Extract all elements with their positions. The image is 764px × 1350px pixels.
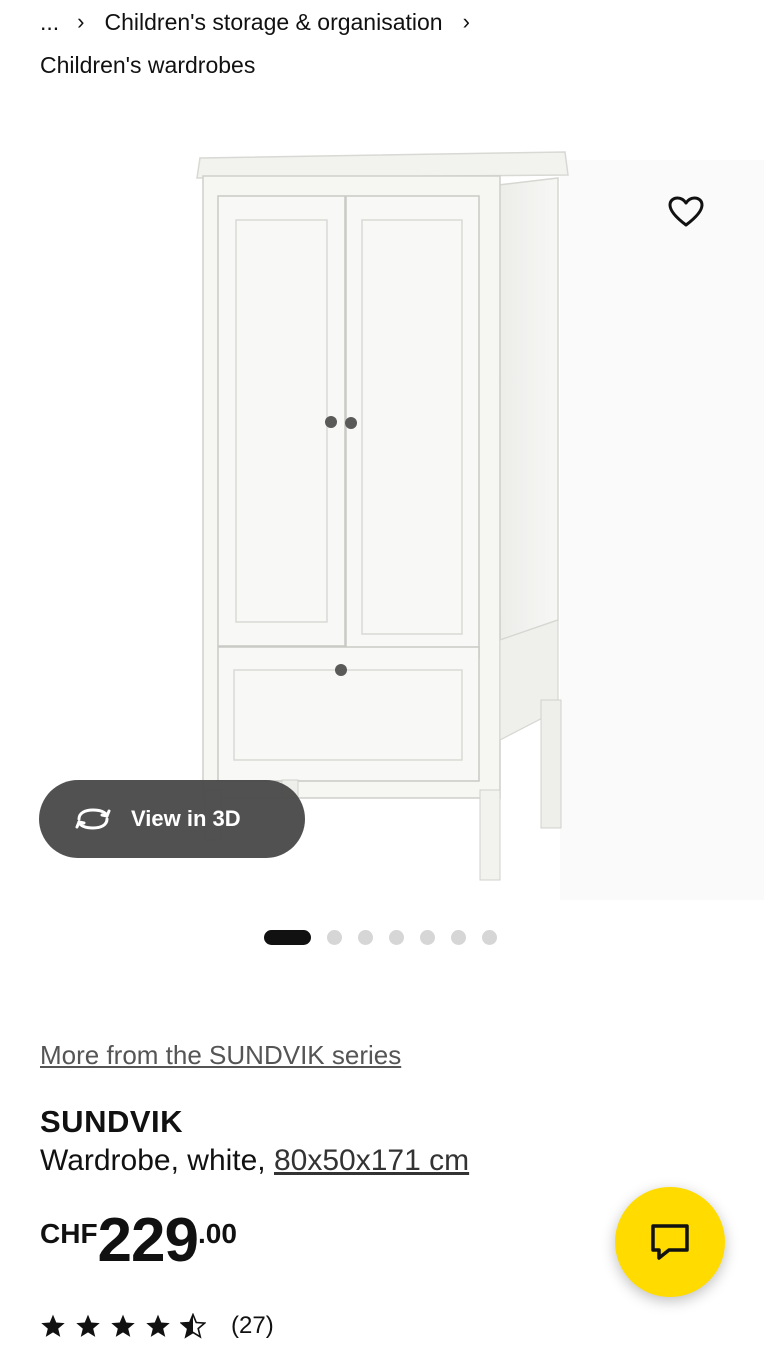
carousel-dot-2[interactable] (327, 929, 342, 945)
view-in-3d-button[interactable]: View in 3D (39, 780, 305, 858)
chat-button[interactable] (615, 1187, 725, 1297)
heart-icon (668, 196, 704, 227)
chat-icon (651, 1224, 689, 1260)
carousel-dot-7[interactable] (482, 929, 497, 945)
breadcrumb-ellipsis[interactable]: ... (40, 9, 59, 36)
star-icon (146, 1314, 170, 1337)
product-description: Wardrobe, white, 80x50x171 cm (40, 1144, 469, 1178)
star-icon (111, 1314, 135, 1337)
product-price: CHF 229 .00 (40, 1210, 237, 1272)
star-half-icon (180, 1313, 206, 1339)
carousel-indicator (264, 928, 513, 946)
carousel-dot-1[interactable] (264, 929, 311, 945)
price-decimal: .00 (198, 1218, 237, 1249)
view-in-3d-label: View in 3D (131, 806, 241, 831)
chevron-right-icon: › (462, 9, 470, 34)
star-icon (41, 1314, 65, 1337)
carousel-dot-3[interactable] (358, 929, 373, 945)
product-name: SUNDVIK (40, 1104, 184, 1139)
breadcrumb-parent-link[interactable]: Children's storage & organisation (105, 9, 443, 36)
breadcrumb: ... › Children's storage & organisation … (40, 6, 470, 38)
review-count: (27) (231, 1312, 274, 1339)
favorite-button[interactable] (648, 180, 724, 244)
product-dimensions-link[interactable]: 80x50x171 cm (274, 1144, 469, 1177)
rating[interactable]: (27) (40, 1312, 274, 1340)
carousel-dot-6[interactable] (451, 929, 466, 945)
series-link[interactable]: More from the SUNDVIK series (40, 1040, 401, 1071)
price-currency: CHF (40, 1218, 98, 1249)
carousel-dot-5[interactable] (420, 929, 435, 945)
carousel-dot-4[interactable] (389, 929, 404, 945)
breadcrumb-current[interactable]: Children's wardrobes (40, 52, 255, 79)
star-icon (76, 1314, 100, 1337)
chevron-right-icon: › (77, 9, 85, 34)
price-integer: 229 (97, 1206, 199, 1275)
rotate-3d-icon (75, 808, 111, 830)
product-type: Wardrobe, white, (40, 1144, 266, 1177)
